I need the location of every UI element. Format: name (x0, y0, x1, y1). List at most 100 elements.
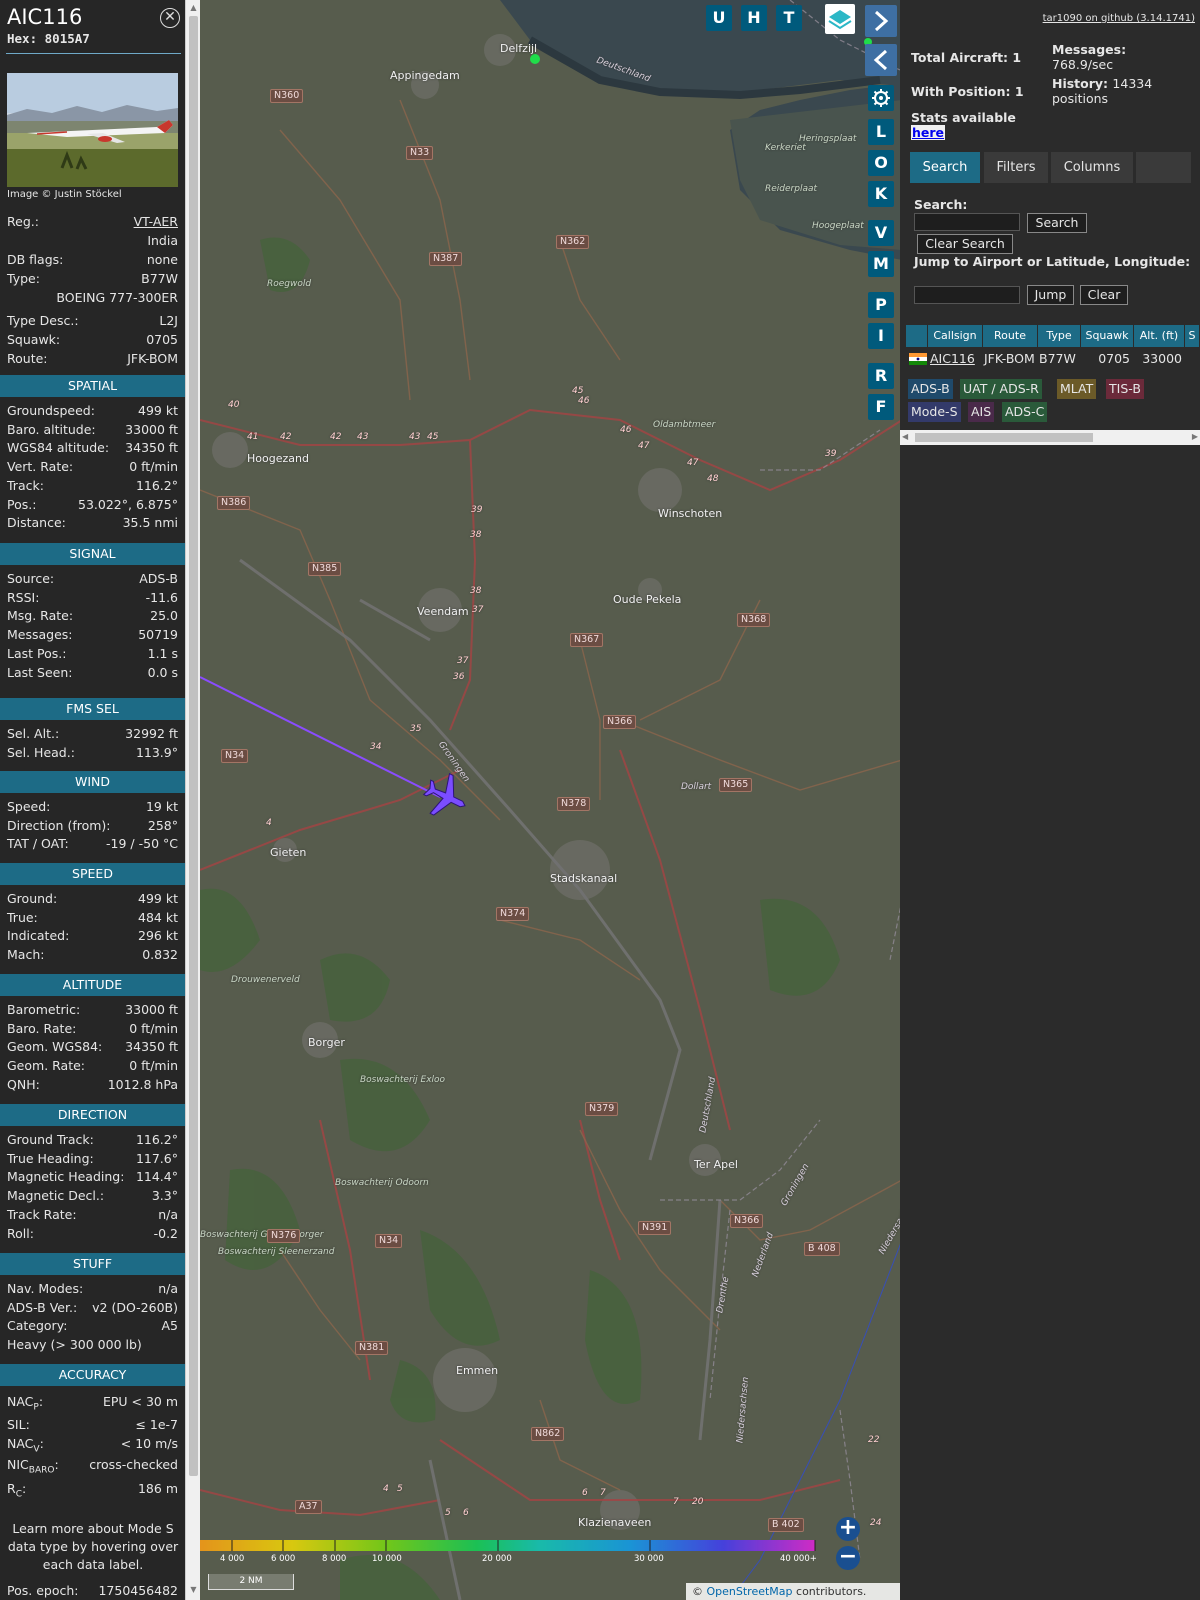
nicbaro-row: NICBARO: cross-checked (7, 1457, 178, 1476)
button-m[interactable]: M (868, 251, 894, 277)
button-p[interactable]: P (868, 292, 894, 318)
col-altitude[interactable]: Alt. (ft) (1134, 325, 1185, 347)
row-callsign[interactable]: AIC116 (930, 350, 975, 368)
col-type[interactable]: Type (1038, 325, 1081, 347)
github-link[interactable]: tar1090 on github (3.14.1741) (1043, 13, 1195, 24)
map-route-number: 38 (470, 530, 482, 540)
search-button[interactable]: Search (1027, 213, 1087, 233)
tag-tisb[interactable]: TIS-B (1106, 379, 1144, 399)
button-u[interactable]: U (706, 5, 732, 31)
type-row: Type: B77W (7, 271, 178, 286)
table-scroll-thumb[interactable] (915, 433, 1093, 442)
tag-mlat[interactable]: MLAT (1057, 379, 1097, 399)
map-road-label: N378 (557, 797, 591, 811)
tag-ais[interactable]: AIS (968, 402, 995, 422)
close-icon[interactable]: ✕ (160, 8, 180, 28)
next-aircraft-button[interactable] (865, 5, 897, 37)
prev-aircraft-button[interactable] (865, 44, 897, 76)
zoom-in-button[interactable]: + (836, 1517, 860, 1541)
scroll-right-icon[interactable]: ▶ (1192, 432, 1198, 441)
altitude-value: 33000 ft (125, 1002, 178, 1017)
tag-uat[interactable]: UAT / ADS-R (960, 379, 1042, 399)
button-t[interactable]: T (776, 5, 802, 31)
map-route-number: 39 (825, 449, 837, 459)
zoom-out-button[interactable]: − (836, 1546, 860, 1570)
altitude-value: 0 ft/min (129, 1058, 178, 1074)
tab-columns[interactable]: Columns (1051, 152, 1133, 183)
tag-adsb[interactable]: ADS-B (908, 379, 953, 399)
section-altitude: ALTITUDE (0, 974, 185, 996)
aircraft-list-panel: tar1090 on github (3.14.1741) Total Airc… (900, 0, 1200, 1600)
col-route[interactable]: Route (983, 325, 1038, 347)
button-i[interactable]: I (868, 323, 894, 349)
scale-label: 30 000 (634, 1554, 664, 1564)
clear-button[interactable]: Clear (1080, 285, 1128, 305)
chevron-right-icon (874, 10, 889, 32)
col-speed[interactable]: S (1185, 325, 1200, 347)
direction-row: Ground Track: 116.2° (7, 1131, 178, 1149)
tab-blank (1136, 152, 1191, 183)
map-town-label: Hoogeplaat (812, 221, 864, 231)
button-o[interactable]: O (868, 150, 894, 176)
jump-button[interactable]: Jump (1027, 285, 1074, 305)
jump-input[interactable] (914, 286, 1020, 304)
button-f[interactable]: F (868, 394, 894, 420)
map-route-number: 46 (620, 425, 632, 435)
section-stuff: STUFF (0, 1253, 185, 1275)
speed-row: True: 484 kt (7, 909, 178, 927)
sidebar-scroll-thumb[interactable] (189, 16, 198, 1476)
osm-link[interactable]: OpenStreetMap (707, 1585, 793, 1598)
button-k[interactable]: K (868, 181, 894, 207)
altitude-value: 34350 ft (125, 1039, 178, 1055)
tab-search[interactable]: Search (910, 152, 980, 183)
map-route-number: 46 (578, 396, 590, 406)
direction-label: Track Rate: (7, 1206, 77, 1222)
scroll-left-icon[interactable]: ◀ (902, 432, 908, 441)
reg-link[interactable]: VT-AER (134, 213, 178, 231)
clear-search-button[interactable]: Clear Search (917, 234, 1013, 254)
map-route-number: 47 (687, 458, 699, 468)
map-town-label: Oldambtmeer (653, 420, 716, 430)
aircraft-photo[interactable] (7, 73, 178, 187)
button-l[interactable]: L (868, 119, 894, 145)
map-route-number: 48 (707, 474, 719, 484)
settings-button[interactable] (868, 85, 894, 111)
map-town-label: Klazienaveen (578, 1516, 652, 1529)
map-route-number: 45 (427, 432, 439, 442)
direction-label: Magnetic Decl.: (7, 1188, 105, 1204)
signal-label: Msg. Rate: (7, 608, 74, 624)
stuff-value: n/a (158, 1281, 178, 1296)
stuff-row: Category: A5 (7, 1317, 178, 1335)
direction-row: Track Rate: n/a (7, 1206, 178, 1224)
signal-label: RSSI: (7, 589, 40, 605)
wind-label: Speed: (7, 799, 51, 814)
section-wind: WIND (0, 771, 185, 793)
history-stat: History: 14334 positions (1052, 76, 1153, 106)
direction-value: -0.2 (153, 1225, 178, 1241)
sidebar-scrollbar[interactable]: ▲ ▼ (185, 0, 200, 1600)
receiver-marker-icon[interactable] (530, 54, 540, 64)
stats-here-link[interactable]: here (911, 125, 946, 140)
search-input[interactable] (914, 213, 1020, 231)
learn-more-text: Learn more about Mode S data type by hov… (7, 1521, 179, 1572)
col-squawk[interactable]: Squawk (1081, 325, 1134, 347)
spatial-row: Distance: 35.5 nmi (7, 514, 178, 532)
button-v[interactable]: V (868, 220, 894, 246)
table-horizontal-scrollbar[interactable]: ◀ ▶ (900, 430, 1200, 445)
tag-adsc[interactable]: ADS-C (1002, 402, 1048, 422)
map-route-number: 5 (445, 1508, 451, 1518)
direction-label: Magnetic Heading: (7, 1169, 125, 1185)
button-r[interactable]: R (868, 363, 894, 389)
spatial-row: Pos.: 53.022°, 6.875° (7, 496, 178, 514)
tab-filters[interactable]: Filters (984, 152, 1048, 183)
layers-button[interactable] (825, 4, 855, 34)
col-callsign[interactable]: Callsign (928, 325, 983, 347)
button-h[interactable]: H (741, 5, 767, 31)
direction-value: 117.6° (135, 1150, 178, 1166)
scroll-up-icon[interactable]: ▲ (188, 2, 199, 14)
map-view[interactable]: Delfzijl Appingedam Hoogezand Winschoten Vee… (200, 0, 902, 1600)
scroll-down-icon[interactable]: ▼ (188, 1584, 199, 1596)
tag-modes[interactable]: Mode-S (908, 402, 961, 422)
speed-row: Ground: 499 kt (7, 890, 178, 908)
stuff-value: v2 (DO-260B) (92, 1299, 178, 1315)
